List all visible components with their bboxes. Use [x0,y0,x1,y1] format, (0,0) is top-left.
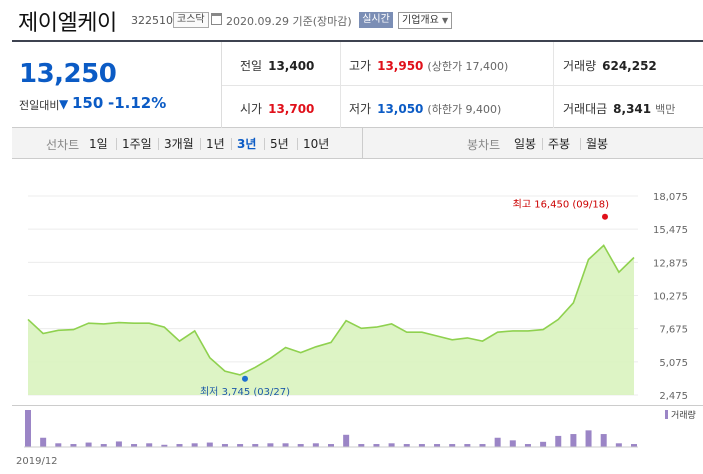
base-date: 2020.09.29 기준(장마감) [226,15,352,28]
volume-bar [343,434,350,447]
y-tick-label: 15,475 [653,225,688,236]
volume-bar [146,443,153,447]
y-tick-label: 12,875 [653,258,688,269]
market-badge: 코스닥 [173,12,209,28]
volume-legend: 거래량 [671,409,696,421]
diff-value: 150 [72,94,104,112]
candle-chart-title: 봉차트 [467,138,501,152]
line-chart-title: 선차트 [46,138,80,152]
tab-separator [231,138,232,150]
period-tab-1[interactable]: 1주일 [122,135,152,152]
tab-separator [200,138,201,150]
open-price: 시가 13,700 [240,102,315,116]
series-area [28,245,634,395]
tab-separator [116,138,117,150]
row-divider [222,85,703,86]
down-triangle-icon: ▼ [59,97,69,111]
volume-bar [494,437,501,447]
company-overview-dropdown[interactable]: 기업개요 ▼ [398,12,452,29]
period-tab-5[interactable]: 5년 [270,135,289,152]
tab-divider [362,128,363,159]
trade-amount: 거래대금 8,341 백만 [563,102,676,116]
volume: 거래량 624,252 [563,59,657,73]
volume-bar [388,443,395,447]
volume-bar [40,437,47,447]
volume-bar [191,443,198,447]
volume-bar [600,434,607,447]
company-overview-label: 기업개요 [402,15,439,26]
volume-bar [615,443,622,447]
column-divider [340,42,341,128]
volume-bar [555,435,562,447]
max-point [602,213,608,220]
tab-separator [158,138,159,150]
volume-bar [25,410,31,447]
diff-label: 전일대비 [19,99,60,112]
volume-bar [115,441,122,447]
tab-separator [580,138,581,150]
y-tick-label: 5,075 [659,358,688,369]
x-tick-label: 2019/12 [16,456,58,467]
stock-code: 322510 [131,14,173,27]
prev-close: 전일 13,400 [240,59,315,73]
candle-tab-0[interactable]: 일봉 [514,135,536,152]
period-tab-0[interactable]: 1일 [89,135,108,152]
calendar-icon [211,13,222,25]
price-chart-svg: 18,075 15,475 12,875 10,275 7,675 5,075 2,475 최… [27,192,688,402]
volume-bar [585,430,592,447]
volume-chart: 거래량 [12,406,703,456]
y-tick-label: 10,275 [653,292,688,303]
volume-bar [312,443,319,447]
realtime-button[interactable]: 실시간 [359,12,393,28]
min-annotation: 최저 3,745 (03/27) [200,386,290,398]
period-tab-4[interactable]: 3년 [237,135,256,152]
volume-chart-svg: 거래량 [24,409,696,448]
period-tab-3[interactable]: 1년 [206,135,225,152]
stock-header: 제이엘케이 322510 코스닥 2020.09.29 기준(장마감) 실시간 … [0,0,703,40]
volume-bar [509,440,516,447]
volume-bar [55,443,62,447]
volume-bar [570,434,577,447]
period-tab-2[interactable]: 3개월 [164,135,194,152]
high-price: 고가 13,950 (상한가 17,400) [349,59,509,73]
volume-bar [282,443,289,447]
volume-bar [85,442,92,447]
tab-separator [297,138,298,150]
max-annotation: 최고 16,450 (09/18) [513,199,609,211]
current-price: 13,250 [19,59,117,89]
volume-bar [267,443,274,447]
y-tick-label: 7,675 [659,325,688,336]
diff-rate: -1.12% [108,94,167,112]
volume-bar [540,441,547,447]
tab-separator [542,138,543,150]
candle-tab-2[interactable]: 월봉 [586,135,608,152]
legend-swatch [665,410,668,419]
period-tab-6[interactable]: 10년 [303,135,329,152]
candle-tab-1[interactable]: 주봉 [548,135,570,152]
tab-separator [264,138,265,150]
min-point [242,375,248,382]
chevron-down-icon: ▼ [442,16,449,25]
volume-bar [206,442,213,447]
price-chart: 18,075 15,475 12,875 10,275 7,675 5,075 2,475 최… [12,159,703,406]
y-tick-label: 18,075 [653,192,688,203]
y-tick-label: 2,475 [659,391,688,402]
chart-period-bar: 선차트 1일 1주일 3개월 1년 3년 5년 10년 봉차트 일봉 주봉 월봉 [12,128,703,159]
low-price: 저가 13,050 (하한가 9,400) [349,102,502,116]
column-divider [553,42,554,128]
stock-name: 제이엘케이 [18,11,117,36]
current-price-box: 13,250 전일대비 ▼ 150 -1.12% [12,42,222,128]
quote-summary: 13,250 전일대비 ▼ 150 -1.12% 전일 13,400 고가 13,9… [12,40,703,128]
